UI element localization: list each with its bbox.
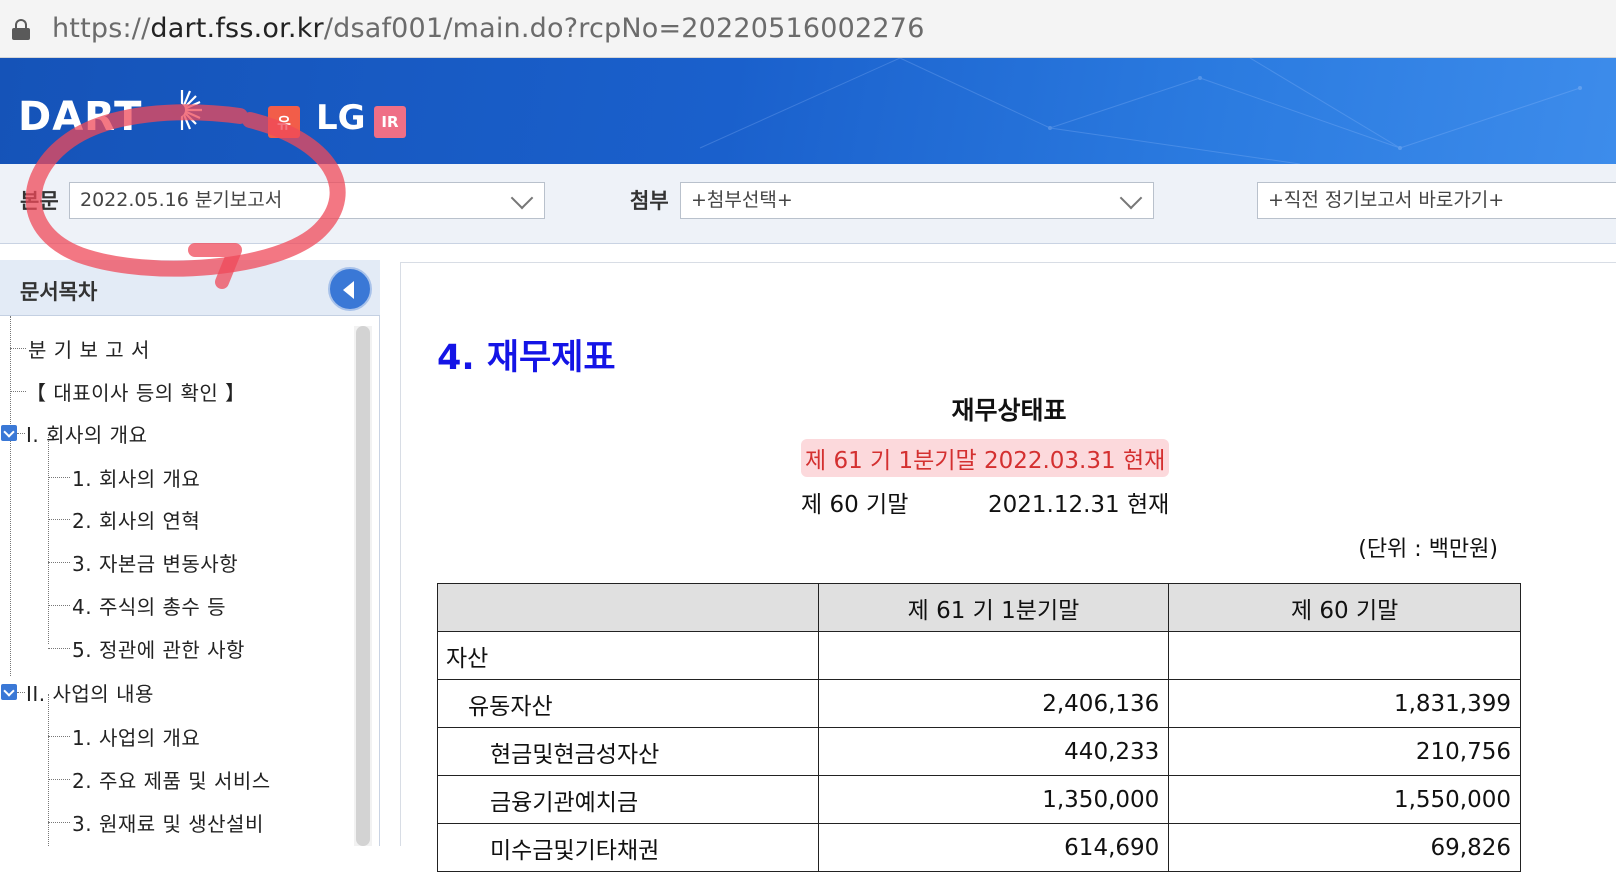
toc-item[interactable]: 4. 주식의 총수 등 xyxy=(72,591,226,620)
table-row: 미수금및기타채권 614,690 69,826 xyxy=(437,823,1521,872)
table-row: 유동자산 2,406,136 1,831,399 xyxy=(437,679,1521,728)
site-header: DART 유 LG IR xyxy=(0,58,1616,164)
value-cell: 1,350,000 xyxy=(817,775,1170,824)
collapse-sidebar-button[interactable] xyxy=(328,267,372,311)
toc-item[interactable]: 2. 회사의 연혁 xyxy=(72,505,200,534)
period-prev-date: 2021.12.31 현재 xyxy=(988,492,1170,518)
section-title: 4. 재무제표 xyxy=(437,338,616,378)
dart-logo[interactable]: DART xyxy=(18,94,142,140)
toc-tree: 분 기 보 고 서 【 대표이사 등의 확인 】 I. 회사의 개요 1. 회사… xyxy=(0,316,350,846)
toc-sidebar: 문서목차 분 기 보 고 서 【 대표이사 등의 확인 】 I. 회사의 개요 … xyxy=(0,260,380,846)
url-text[interactable]: https://dart.fss.or.kr/dsaf001/main.do?r… xyxy=(52,13,925,44)
account-cell: 현금및현금성자산 xyxy=(437,727,819,776)
value-cell: 614,690 xyxy=(817,823,1170,872)
toc-title: 문서목차 xyxy=(20,280,98,304)
body-select[interactable]: 2022.05.16 분기보고서 xyxy=(69,182,545,219)
statement-title: 재무상태표 xyxy=(951,396,1067,425)
period-prev-label: 제 60 기말 xyxy=(801,492,909,518)
network-background xyxy=(699,58,1582,164)
value-cell: 69,826 xyxy=(1168,823,1521,872)
body-label: 본문 xyxy=(20,189,59,213)
sidebar-scrollbar[interactable] xyxy=(354,326,372,846)
prev-report-select[interactable]: +직전 정기보고서 바로가기+ xyxy=(1257,182,1616,219)
toc-header: 문서목차 xyxy=(0,260,380,316)
value-cell: 2,406,136 xyxy=(817,679,1170,728)
document-selector-bar: 본문 2022.05.16 분기보고서 첨부 +첨부선택+ +직전 정기보고서 … xyxy=(0,164,1616,244)
value-cell: 1,550,000 xyxy=(1168,775,1521,824)
unit-label: (단위 : 백만원) xyxy=(1358,537,1498,562)
attach-label: 첨부 xyxy=(630,189,669,213)
toc-item[interactable]: 1. 사업의 개요 xyxy=(72,722,200,751)
address-bar[interactable]: https://dart.fss.or.kr/dsaf001/main.do?r… xyxy=(0,0,1616,58)
table-row: 금융기관예치금 1,350,000 1,550,000 xyxy=(437,775,1521,824)
ir-badge[interactable]: IR xyxy=(374,106,406,138)
chevron-down-icon xyxy=(1119,186,1143,210)
toc-item[interactable]: II. 사업의 내용 xyxy=(26,678,154,707)
logo-burst-icon xyxy=(171,90,202,130)
chevron-down-icon xyxy=(510,186,534,210)
table-row: 현금및현금성자산 440,233 210,756 xyxy=(437,727,1521,776)
toc-item[interactable]: 5. 정관에 관한 사항 xyxy=(72,634,245,663)
company-name: LG xyxy=(316,98,366,138)
toc-item[interactable]: 【 대표이사 등의 확인 】 xyxy=(26,377,246,406)
account-cell: 유동자산 xyxy=(437,679,819,728)
balance-sheet-table: 제 61 기 1분기말 제 60 기말 자산 유동자산 2,406,136 1,… xyxy=(437,583,1521,872)
scrollbar-thumb[interactable] xyxy=(356,326,370,846)
document-viewer: 4. 재무제표 재무상태표 제 61 기 1분기말 2022.03.31 현재 … xyxy=(400,262,1616,872)
account-cell: 자산 xyxy=(437,631,819,680)
header-cell xyxy=(437,583,819,632)
account-cell: 미수금및기타채권 xyxy=(437,823,819,872)
header-cell: 제 60 기말 xyxy=(1168,583,1521,632)
lock-icon xyxy=(12,18,30,40)
tree-expand-icon[interactable] xyxy=(1,425,17,441)
toc-item[interactable]: 3. 자본금 변동사항 xyxy=(72,548,238,577)
period-current: 제 61 기 1분기말 2022.03.31 현재 xyxy=(801,439,1170,477)
toc-item[interactable]: 분 기 보 고 서 xyxy=(28,334,150,363)
tree-expand-icon[interactable] xyxy=(1,684,17,700)
value-cell: 1,831,399 xyxy=(1168,679,1521,728)
value-cell: 440,233 xyxy=(817,727,1170,776)
account-cell: 금융기관예치금 xyxy=(437,775,819,824)
yu-badge[interactable]: 유 xyxy=(268,106,300,138)
value-cell: 210,756 xyxy=(1168,727,1521,776)
toc-item[interactable]: I. 회사의 개요 xyxy=(26,419,147,448)
attach-select[interactable]: +첨부선택+ xyxy=(680,182,1154,219)
value-cell xyxy=(1168,631,1521,680)
header-cell: 제 61 기 1분기말 xyxy=(817,583,1170,632)
toc-item[interactable]: 1. 회사의 개요 xyxy=(72,463,200,492)
toc-item[interactable]: 2. 주요 제품 및 서비스 xyxy=(72,765,271,794)
value-cell xyxy=(817,631,1170,680)
toc-item[interactable]: 3. 원재료 및 생산설비 xyxy=(72,808,264,837)
table-header-row: 제 61 기 1분기말 제 60 기말 xyxy=(437,583,1521,632)
table-row: 자산 xyxy=(437,631,1521,680)
